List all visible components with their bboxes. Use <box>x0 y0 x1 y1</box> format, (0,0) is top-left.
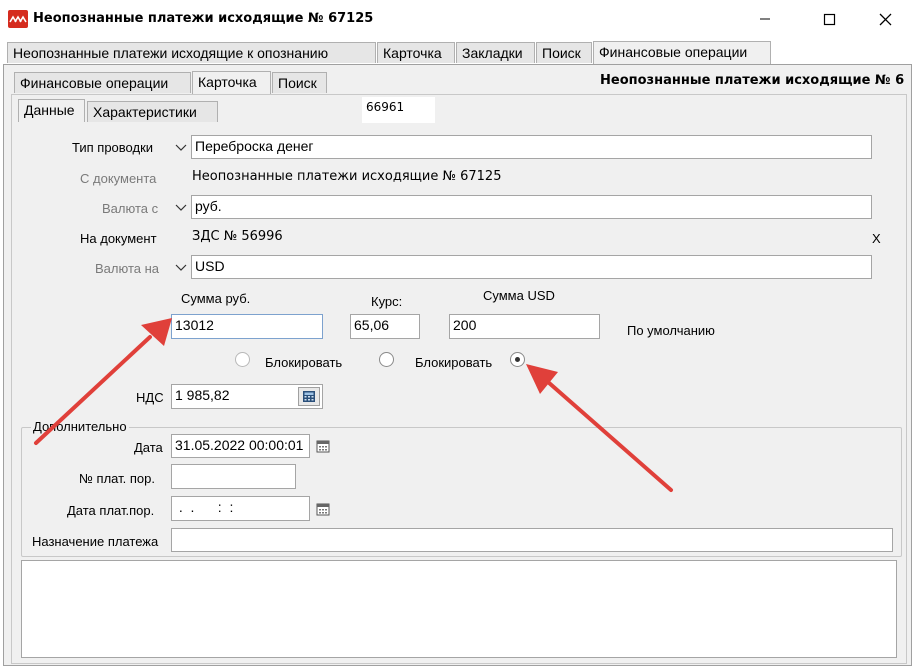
annotation-arrow-sum-rub <box>34 318 172 445</box>
annotation-arrows <box>34 318 673 492</box>
annotation-arrow-default-radio <box>526 364 673 492</box>
